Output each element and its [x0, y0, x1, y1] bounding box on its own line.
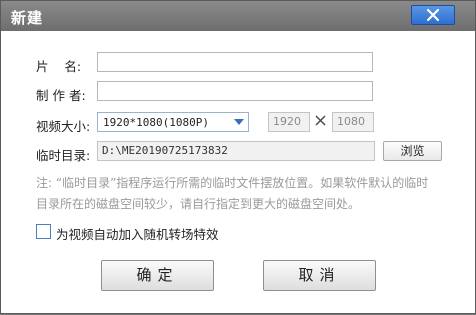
name-label: 片 名:	[36, 59, 82, 74]
video-size-label: 视频大小:	[36, 119, 91, 134]
ok-button[interactable]: 确定	[101, 260, 214, 291]
temp-dir-field: D:\ME20190725173832	[97, 141, 375, 161]
height-field: 1080	[332, 112, 374, 132]
cancel-button[interactable]: 取消	[263, 260, 376, 291]
author-input[interactable]	[97, 81, 373, 101]
times-icon	[315, 115, 326, 126]
chevron-down-icon	[234, 119, 244, 125]
random-transition-checkbox[interactable]	[36, 224, 51, 239]
title-bar[interactable]: 新建	[1, 1, 475, 31]
new-project-dialog: 新建 片 名: 制 作 者: 视频大小: 1920*1080(1080P) 19…	[0, 0, 476, 314]
temp-dir-label: 临时目录:	[36, 148, 91, 163]
note-line-1: 注: “临时目录”指程序运行所需的临时文件摆放位置。如果软件默认的临时	[36, 176, 429, 190]
watermark: 头条@天空	[373, 287, 476, 315]
browse-button[interactable]: 浏览	[383, 141, 442, 161]
watermark-text: 头条@天空	[397, 297, 463, 312]
video-size-value: 1920*1080(1080P)	[103, 116, 209, 129]
width-field: 1920	[268, 112, 310, 132]
dialog-title: 新建	[11, 9, 44, 27]
video-size-select[interactable]: 1920*1080(1080P)	[97, 112, 249, 132]
note-text: 注: “临时目录”指程序运行所需的临时文件摆放位置。如果软件默认的临时 目录所在…	[36, 173, 456, 215]
name-input[interactable]	[97, 52, 373, 72]
note-line-2: 目录所在的磁盘空间较少，请自行指定到更大的磁盘空间处。	[36, 197, 361, 211]
author-label: 制 作 者:	[36, 88, 86, 103]
random-transition-label[interactable]: 为视频自动加入随机转场特效	[56, 224, 219, 243]
brand-logo-icon	[375, 292, 393, 308]
close-icon	[427, 9, 439, 21]
close-button[interactable]	[411, 5, 455, 25]
